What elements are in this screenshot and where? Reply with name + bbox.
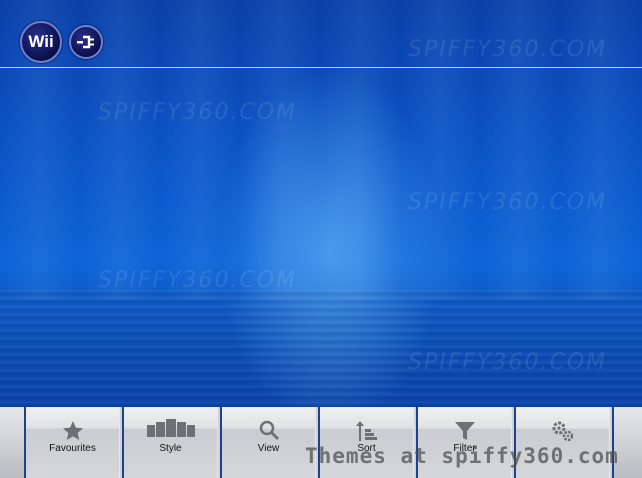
- style-label: Style: [159, 443, 182, 454]
- sort-icon: [320, 419, 413, 443]
- favourites-button[interactable]: Favourites: [24, 407, 120, 478]
- gears-icon: [516, 419, 609, 443]
- watermark: SPIFFY360.COM: [408, 190, 608, 215]
- star-icon: [26, 419, 119, 443]
- wii-logo-text: Wii: [28, 32, 54, 51]
- toolbar-left-cap: [0, 407, 24, 478]
- plug-icon[interactable]: [69, 25, 103, 59]
- header-divider: [0, 67, 642, 68]
- watermark: SPIFFY360.COM: [408, 350, 608, 375]
- watermark: SPIFFY360.COM: [408, 37, 608, 62]
- watermark: SPIFFY360.COM: [98, 268, 298, 293]
- style-icon: [124, 419, 217, 443]
- watermark: SPIFFY360.COM: [98, 100, 298, 125]
- style-button[interactable]: Style: [122, 407, 218, 478]
- theme-credit: Themes at spiffy360.com: [305, 444, 619, 468]
- magnifier-icon: [222, 419, 315, 443]
- view-label: View: [257, 443, 280, 454]
- favourites-label: Favourites: [49, 443, 96, 454]
- wii-logo-button[interactable]: Wii: [20, 21, 62, 63]
- filter-icon: [418, 419, 511, 443]
- view-button[interactable]: View: [220, 407, 316, 478]
